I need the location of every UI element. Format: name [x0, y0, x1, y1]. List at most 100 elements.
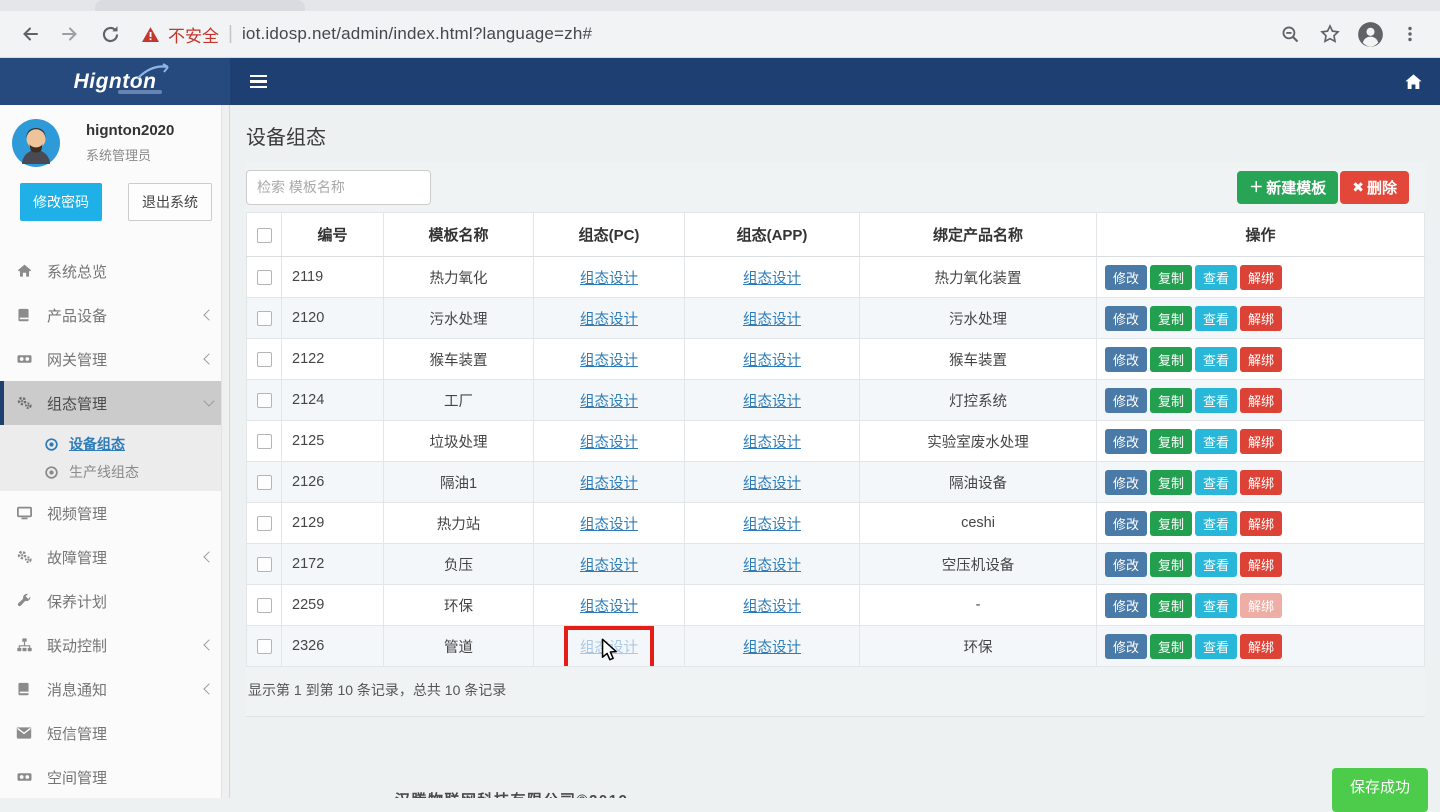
- view-button[interactable]: 查看: [1195, 347, 1237, 372]
- app-design-link[interactable]: 组态设计: [743, 312, 801, 328]
- copy-button[interactable]: 复制: [1150, 306, 1192, 331]
- unbind-button[interactable]: 解绑: [1240, 265, 1282, 290]
- pc-design-link[interactable]: 组态设计: [580, 312, 638, 328]
- app-design-link[interactable]: 组态设计: [743, 599, 801, 615]
- forward-arrow-icon[interactable]: [50, 24, 90, 44]
- back-arrow-icon[interactable]: [10, 24, 50, 44]
- copy-button[interactable]: 复制: [1150, 470, 1192, 495]
- sidebar-item-10[interactable]: 短信管理: [0, 711, 229, 755]
- app-design-link[interactable]: 组态设计: [743, 271, 801, 287]
- sidebar-scrollbar[interactable]: [221, 105, 229, 798]
- logout-button[interactable]: 退出系统: [128, 183, 212, 221]
- view-button[interactable]: 查看: [1195, 265, 1237, 290]
- pc-design-link[interactable]: 组态设计: [580, 271, 638, 287]
- copy-button[interactable]: 复制: [1150, 634, 1192, 659]
- copy-button[interactable]: 复制: [1150, 552, 1192, 577]
- change-password-button[interactable]: 修改密码: [20, 183, 102, 221]
- sidebar-item-7[interactable]: 保养计划: [0, 579, 229, 623]
- bookmark-star-icon[interactable]: [1310, 24, 1350, 44]
- app-design-link[interactable]: 组态设计: [743, 558, 801, 574]
- modify-button[interactable]: 修改: [1105, 470, 1147, 495]
- delete-button[interactable]: ✖ 删除: [1340, 171, 1409, 204]
- unbind-button[interactable]: 解绑: [1240, 347, 1282, 372]
- app-design-link[interactable]: 组态设计: [743, 640, 801, 656]
- modify-button[interactable]: 修改: [1105, 388, 1147, 413]
- copy-button[interactable]: 复制: [1150, 388, 1192, 413]
- row-checkbox[interactable]: [257, 352, 272, 367]
- browser-tab[interactable]: [95, 0, 305, 11]
- row-checkbox[interactable]: [257, 598, 272, 613]
- sidebar-item-1[interactable]: 系统总览: [0, 249, 229, 293]
- pc-design-link[interactable]: 组态设计: [580, 558, 638, 574]
- pc-design-link[interactable]: 组态设计: [580, 599, 638, 615]
- app-design-link[interactable]: 组态设计: [743, 476, 801, 492]
- security-warning-label[interactable]: 不安全: [168, 22, 219, 47]
- row-checkbox[interactable]: [257, 393, 272, 408]
- search-input[interactable]: [246, 170, 431, 205]
- pc-design-link[interactable]: 组态设计: [580, 353, 638, 369]
- row-checkbox[interactable]: [257, 434, 272, 449]
- view-button[interactable]: 查看: [1195, 552, 1237, 577]
- modify-button[interactable]: 修改: [1105, 265, 1147, 290]
- app-design-link[interactable]: 组态设计: [743, 435, 801, 451]
- modify-button[interactable]: 修改: [1105, 347, 1147, 372]
- pc-design-link[interactable]: 组态设计: [580, 435, 638, 451]
- modify-button[interactable]: 修改: [1105, 511, 1147, 536]
- sidebar-toggle-button[interactable]: [244, 69, 273, 95]
- view-button[interactable]: 查看: [1195, 429, 1237, 454]
- row-checkbox[interactable]: [257, 639, 272, 654]
- view-button[interactable]: 查看: [1195, 593, 1237, 618]
- row-checkbox[interactable]: [257, 311, 272, 326]
- view-button[interactable]: 查看: [1195, 388, 1237, 413]
- home-button[interactable]: [1400, 69, 1427, 95]
- unbind-button[interactable]: 解绑: [1240, 429, 1282, 454]
- pc-design-link[interactable]: 组态设计: [580, 517, 638, 533]
- copy-button[interactable]: 复制: [1150, 511, 1192, 536]
- unbind-button[interactable]: 解绑: [1240, 634, 1282, 659]
- unbind-button[interactable]: 解绑: [1240, 306, 1282, 331]
- modify-button[interactable]: 修改: [1105, 634, 1147, 659]
- zoom-out-icon[interactable]: [1270, 25, 1310, 44]
- sidebar-item-9[interactable]: 消息通知: [0, 667, 229, 711]
- pc-design-link[interactable]: 组态设计: [580, 640, 638, 656]
- unbind-button[interactable]: 解绑: [1240, 470, 1282, 495]
- sidebar-subitem[interactable]: 生产线组态: [0, 458, 229, 486]
- pc-design-link[interactable]: 组态设计: [580, 476, 638, 492]
- copy-button[interactable]: 复制: [1150, 265, 1192, 290]
- menu-dots-icon[interactable]: [1390, 25, 1430, 43]
- url-text[interactable]: iot.idosp.net/admin/index.html?language=…: [242, 24, 592, 44]
- sidebar-item-4[interactable]: 组态管理: [0, 381, 229, 425]
- row-checkbox[interactable]: [257, 557, 272, 572]
- unbind-button[interactable]: 解绑: [1240, 511, 1282, 536]
- profile-avatar-icon[interactable]: [1350, 21, 1390, 48]
- select-all-checkbox[interactable]: [257, 228, 272, 243]
- sidebar-subitem[interactable]: 设备组态: [0, 430, 229, 458]
- sidebar-item-5[interactable]: 视频管理: [0, 491, 229, 535]
- sidebar-item-11[interactable]: 空间管理: [0, 755, 229, 799]
- reload-icon[interactable]: [90, 25, 130, 44]
- modify-button[interactable]: 修改: [1105, 429, 1147, 454]
- view-button[interactable]: 查看: [1195, 470, 1237, 495]
- sidebar-item-8[interactable]: 联动控制: [0, 623, 229, 667]
- pc-design-link[interactable]: 组态设计: [580, 394, 638, 410]
- sidebar-item-2[interactable]: 产品设备: [0, 293, 229, 337]
- modify-button[interactable]: 修改: [1105, 552, 1147, 577]
- app-design-link[interactable]: 组态设计: [743, 353, 801, 369]
- unbind-button[interactable]: 解绑: [1240, 388, 1282, 413]
- unbind-button[interactable]: 解绑: [1240, 552, 1282, 577]
- copy-button[interactable]: 复制: [1150, 593, 1192, 618]
- row-checkbox[interactable]: [257, 270, 272, 285]
- view-button[interactable]: 查看: [1195, 511, 1237, 536]
- copy-button[interactable]: 复制: [1150, 429, 1192, 454]
- address-bar[interactable]: 不安全 | iot.idosp.net/admin/index.html?lan…: [142, 22, 1270, 47]
- modify-button[interactable]: 修改: [1105, 306, 1147, 331]
- sidebar-item-6[interactable]: 故障管理: [0, 535, 229, 579]
- row-checkbox[interactable]: [257, 475, 272, 490]
- app-logo[interactable]: Hignton: [0, 58, 230, 105]
- app-design-link[interactable]: 组态设计: [743, 517, 801, 533]
- row-checkbox[interactable]: [257, 516, 272, 531]
- app-design-link[interactable]: 组态设计: [743, 394, 801, 410]
- view-button[interactable]: 查看: [1195, 634, 1237, 659]
- new-template-button[interactable]: ＋ 新建模板: [1237, 171, 1338, 204]
- copy-button[interactable]: 复制: [1150, 347, 1192, 372]
